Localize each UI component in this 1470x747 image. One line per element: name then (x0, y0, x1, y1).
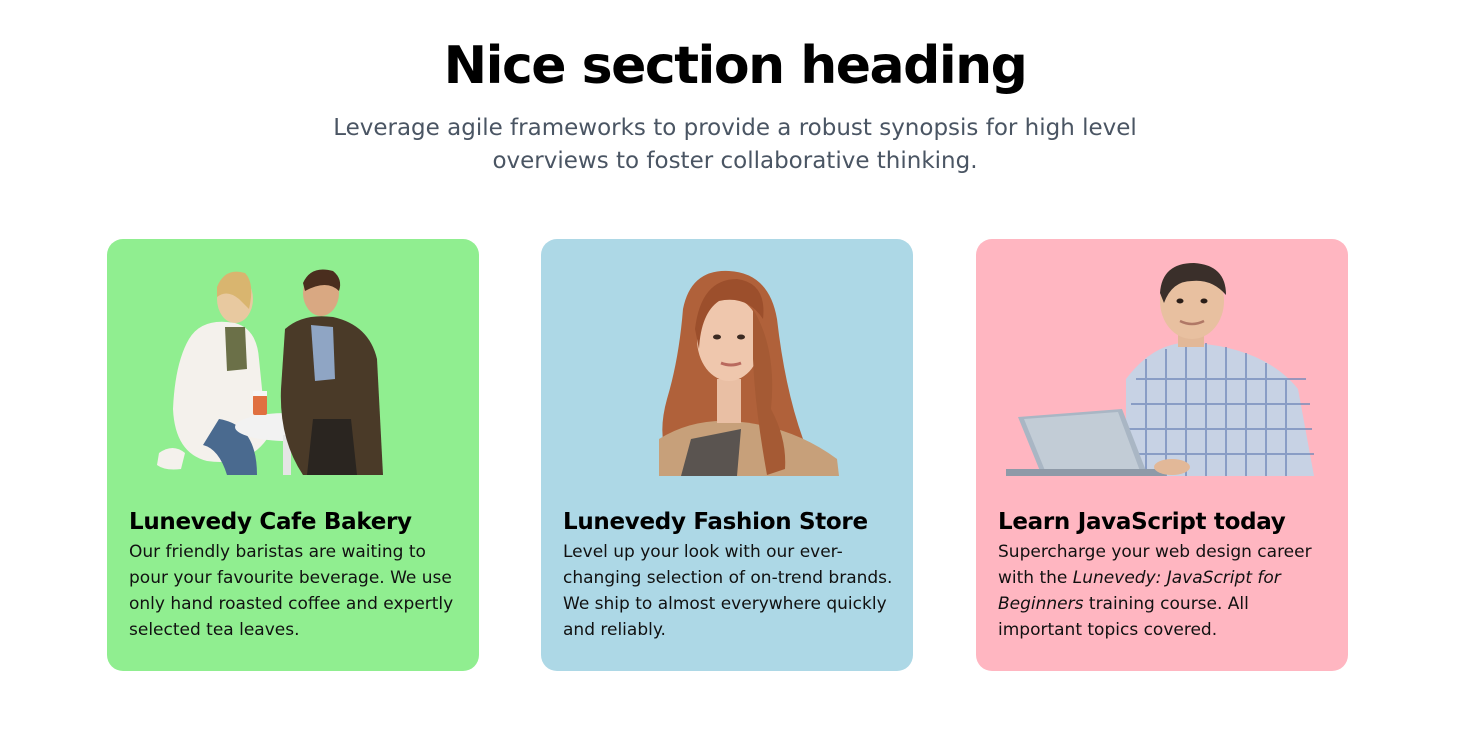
features-section: Nice section heading Leverage agile fram… (0, 0, 1470, 747)
section-subheading: Leverage agile frameworks to provide a r… (333, 115, 1137, 174)
card-title: Learn JavaScript today (998, 509, 1286, 535)
card-text: Our friendly baristas are waiting to pou… (129, 542, 454, 640)
man-with-laptop-photo (976, 239, 1348, 476)
card-text: Level up your look with our ever-changin… (563, 542, 893, 640)
card-body: Learn JavaScript today Supercharge your … (998, 507, 1334, 643)
card-fashion-store: Lunevedy Fashion Store Level up your loo… (541, 239, 913, 671)
card-title: Lunevedy Cafe Bakery (129, 509, 412, 535)
woman-portrait-photo (541, 239, 913, 476)
card-body: Lunevedy Cafe Bakery Our friendly barist… (129, 507, 465, 643)
card-text: Supercharge your web design career with … (998, 539, 1334, 643)
card-learn-javascript: Learn JavaScript today Supercharge your … (976, 239, 1348, 671)
section-heading: Nice section heading (443, 36, 1028, 96)
couple-at-cafe-table-photo (107, 239, 479, 476)
card-cafe-bakery: Lunevedy Cafe Bakery Our friendly barist… (107, 239, 479, 671)
card-title: Lunevedy Fashion Store (563, 509, 868, 535)
card-body: Lunevedy Fashion Store Level up your loo… (563, 507, 899, 643)
